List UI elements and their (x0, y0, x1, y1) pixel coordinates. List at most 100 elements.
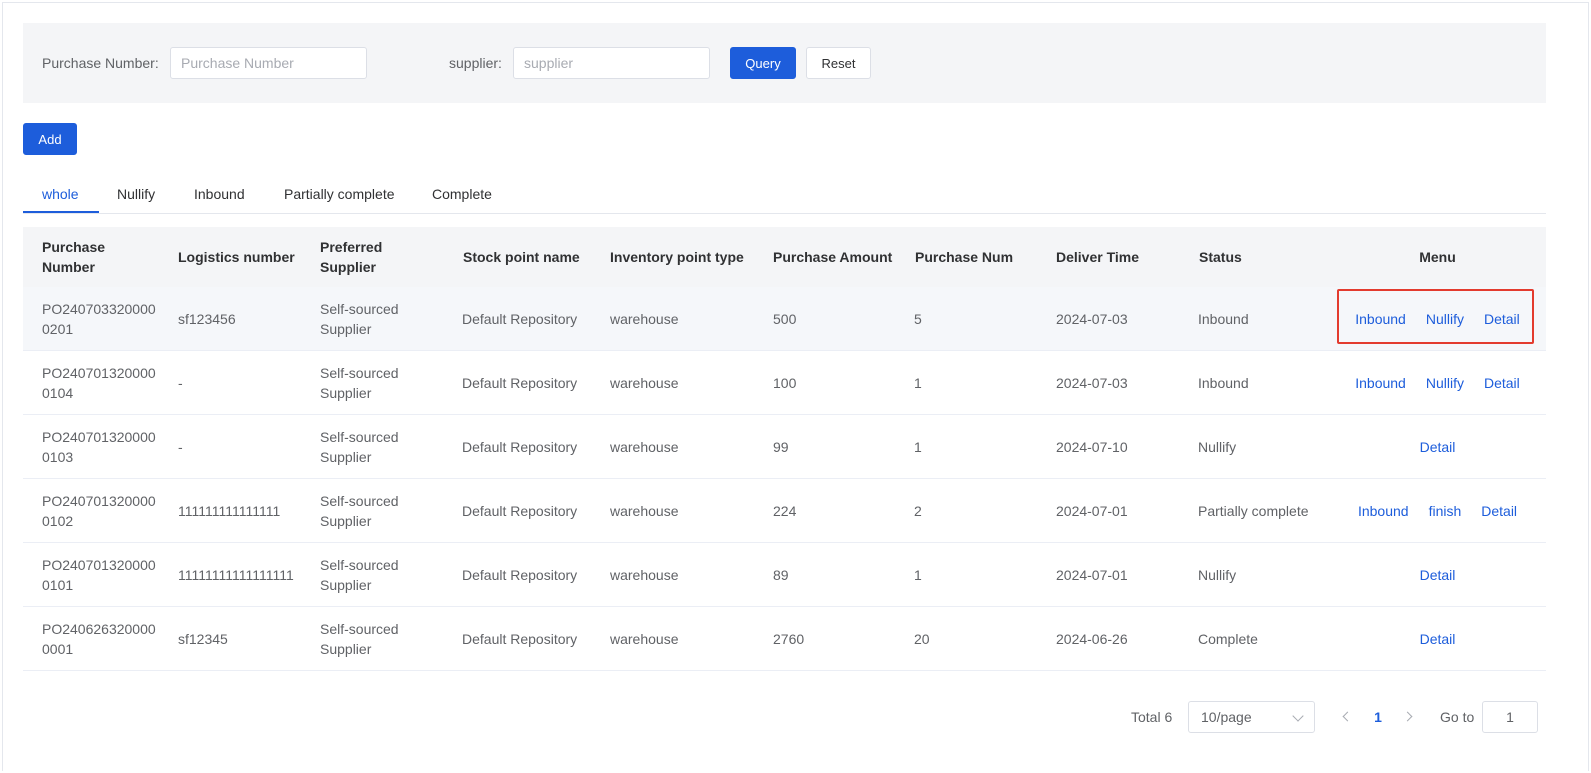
action-inbound-link[interactable]: Inbound (1345, 311, 1416, 327)
purchase-number-label: Purchase Number: (42, 55, 159, 71)
tab-nullify[interactable]: Nullify (117, 176, 155, 214)
tab-inbound[interactable]: Inbound (194, 176, 245, 214)
reset-button[interactable]: Reset (806, 47, 871, 79)
cell-purchase-num: 20 (914, 630, 930, 647)
table-row[interactable]: PO2407013200000104 - Self-sourced Supplier… (23, 351, 1546, 415)
cell-purchase-amount: 224 (773, 502, 797, 519)
tab-partially-complete[interactable]: Partially complete (284, 176, 395, 214)
table-row[interactable]: PO2406263200000001 sf12345 Self-sourced Su… (23, 607, 1546, 671)
action-inbound-link[interactable]: Inbound (1348, 503, 1419, 519)
column-header-logistics-number[interactable]: Logistics number (178, 227, 308, 287)
page-size-select[interactable]: 10/page (1188, 701, 1315, 733)
cell-stock-point-name: Default Repository (462, 566, 578, 583)
cell-status: Inbound (1198, 310, 1249, 327)
tab-whole[interactable]: whole (42, 176, 79, 214)
cell-menu: Detail (1339, 543, 1536, 606)
table-row[interactable]: PO2407013200000102 111111111111111 Self-so… (23, 479, 1546, 543)
prev-page-button[interactable] (1336, 704, 1358, 730)
column-header-deliver-time[interactable]: Deliver Time (1056, 227, 1186, 287)
action-detail-link[interactable]: Detail (1471, 503, 1527, 519)
column-header-preferred-supplier[interactable]: Preferred Supplier (320, 227, 420, 287)
cell-logistics-number: sf123456 (178, 310, 236, 327)
action-detail-link[interactable]: Detail (1474, 375, 1530, 391)
cell-preferred-supplier: Self-sourced Supplier (320, 364, 399, 401)
cell-stock-point-name: Default Repository (462, 374, 578, 391)
next-page-button[interactable] (1399, 704, 1421, 730)
purchase-number-input[interactable] (170, 47, 367, 79)
column-header-menu: Menu (1419, 249, 1456, 265)
cell-purchase-num: 1 (914, 438, 922, 455)
query-button[interactable]: Query (730, 47, 796, 79)
cell-inventory-point-type: warehouse (610, 310, 679, 327)
cell-logistics-number: sf12345 (178, 630, 228, 647)
cell-logistics-number: 11111111111111111 (178, 566, 294, 583)
cell-inventory-point-type: warehouse (610, 438, 679, 455)
cell-status: Inbound (1198, 374, 1249, 391)
action-inbound-link[interactable]: Inbound (1345, 375, 1416, 391)
cell-deliver-time: 2024-07-01 (1056, 502, 1128, 519)
cell-menu: Detail (1339, 607, 1536, 670)
add-button[interactable]: Add (23, 123, 77, 155)
cell-inventory-point-type: warehouse (610, 502, 679, 519)
page-number-current[interactable]: 1 (1367, 703, 1389, 731)
cell-stock-point-name: Default Repository (462, 630, 578, 647)
action-detail-link[interactable]: Detail (1410, 439, 1466, 455)
cell-stock-point-name: Default Repository (462, 310, 578, 327)
table-row[interactable]: PO2407013200000103 - Self-sourced Supplier… (23, 415, 1546, 479)
cell-purchase-num: 5 (914, 310, 922, 327)
action-detail-link[interactable]: Detail (1410, 631, 1466, 647)
cell-status: Nullify (1198, 438, 1237, 455)
cell-purchase-amount: 100 (773, 374, 797, 391)
status-tabs: whole Nullify Inbound Partially complete… (23, 176, 1546, 214)
action-detail-link[interactable]: Detail (1410, 567, 1466, 583)
cell-stock-point-name: Default Repository (462, 438, 578, 455)
cell-preferred-supplier: Self-sourced Supplier (320, 428, 399, 465)
cell-preferred-supplier: Self-sourced Supplier (320, 620, 399, 657)
cell-preferred-supplier: Self-sourced Supplier (320, 556, 399, 593)
supplier-input[interactable] (513, 47, 710, 79)
action-finish-link[interactable]: finish (1419, 503, 1472, 519)
column-header-inventory-point-type[interactable]: Inventory point type (610, 227, 760, 287)
cell-menu: Inbound Nullify Detail (1339, 287, 1536, 350)
cell-purchase-amount: 500 (773, 310, 797, 327)
action-nullify-link[interactable]: Nullify (1416, 311, 1474, 327)
cell-deliver-time: 2024-07-03 (1056, 374, 1128, 391)
cell-purchase-num: 1 (914, 566, 922, 583)
cell-preferred-supplier: Self-sourced Supplier (320, 492, 399, 529)
column-header-stock-point-name[interactable]: Stock point name (463, 227, 603, 287)
chevron-left-icon (1342, 711, 1353, 722)
cell-purchase-number: PO2407033200000201 (42, 300, 156, 337)
column-header-purchase-num[interactable]: Purchase Num (915, 227, 1045, 287)
column-header-purchase-amount[interactable]: Purchase Amount (773, 227, 913, 287)
goto-page-input[interactable] (1482, 701, 1538, 733)
cell-status: Nullify (1198, 566, 1237, 583)
purchase-table: Purchase Number Logistics number Preferr… (23, 227, 1546, 671)
cell-purchase-num: 1 (914, 374, 922, 391)
cell-menu: Inbound Nullify Detail (1339, 351, 1536, 414)
cell-inventory-point-type: warehouse (610, 374, 679, 391)
cell-menu: Inbound finish Detail (1339, 479, 1536, 542)
cell-purchase-number: PO2406263200000001 (42, 620, 156, 657)
cell-menu: Detail (1339, 415, 1536, 478)
active-tab-indicator (23, 211, 99, 213)
column-header-status[interactable]: Status (1199, 227, 1319, 287)
action-detail-link[interactable]: Detail (1474, 311, 1530, 327)
table-row[interactable]: PO2407033200000201 sf123456 Self-sourced S… (23, 287, 1546, 351)
cell-purchase-amount: 2760 (773, 630, 805, 647)
cell-purchase-num: 2 (914, 502, 922, 519)
cell-purchase-number: PO2407013200000102 (42, 492, 156, 529)
table-row[interactable]: PO2407013200000101 11111111111111111 Self-… (23, 543, 1546, 607)
cell-purchase-number: PO2407013200000104 (42, 364, 156, 401)
chevron-down-icon (1292, 710, 1304, 722)
tab-complete[interactable]: Complete (432, 176, 492, 214)
action-nullify-link[interactable]: Nullify (1416, 375, 1474, 391)
cell-status: Complete (1198, 630, 1258, 647)
column-header-purchase-number[interactable]: Purchase Number (42, 227, 152, 287)
cell-purchase-amount: 89 (773, 566, 789, 583)
chevron-right-icon (1402, 711, 1413, 722)
cell-deliver-time: 2024-07-10 (1056, 438, 1128, 455)
cell-purchase-number: PO2407013200000103 (42, 428, 156, 465)
goto-label: Go to (1440, 709, 1475, 725)
cell-stock-point-name: Default Repository (462, 502, 578, 519)
cell-inventory-point-type: warehouse (610, 566, 679, 583)
